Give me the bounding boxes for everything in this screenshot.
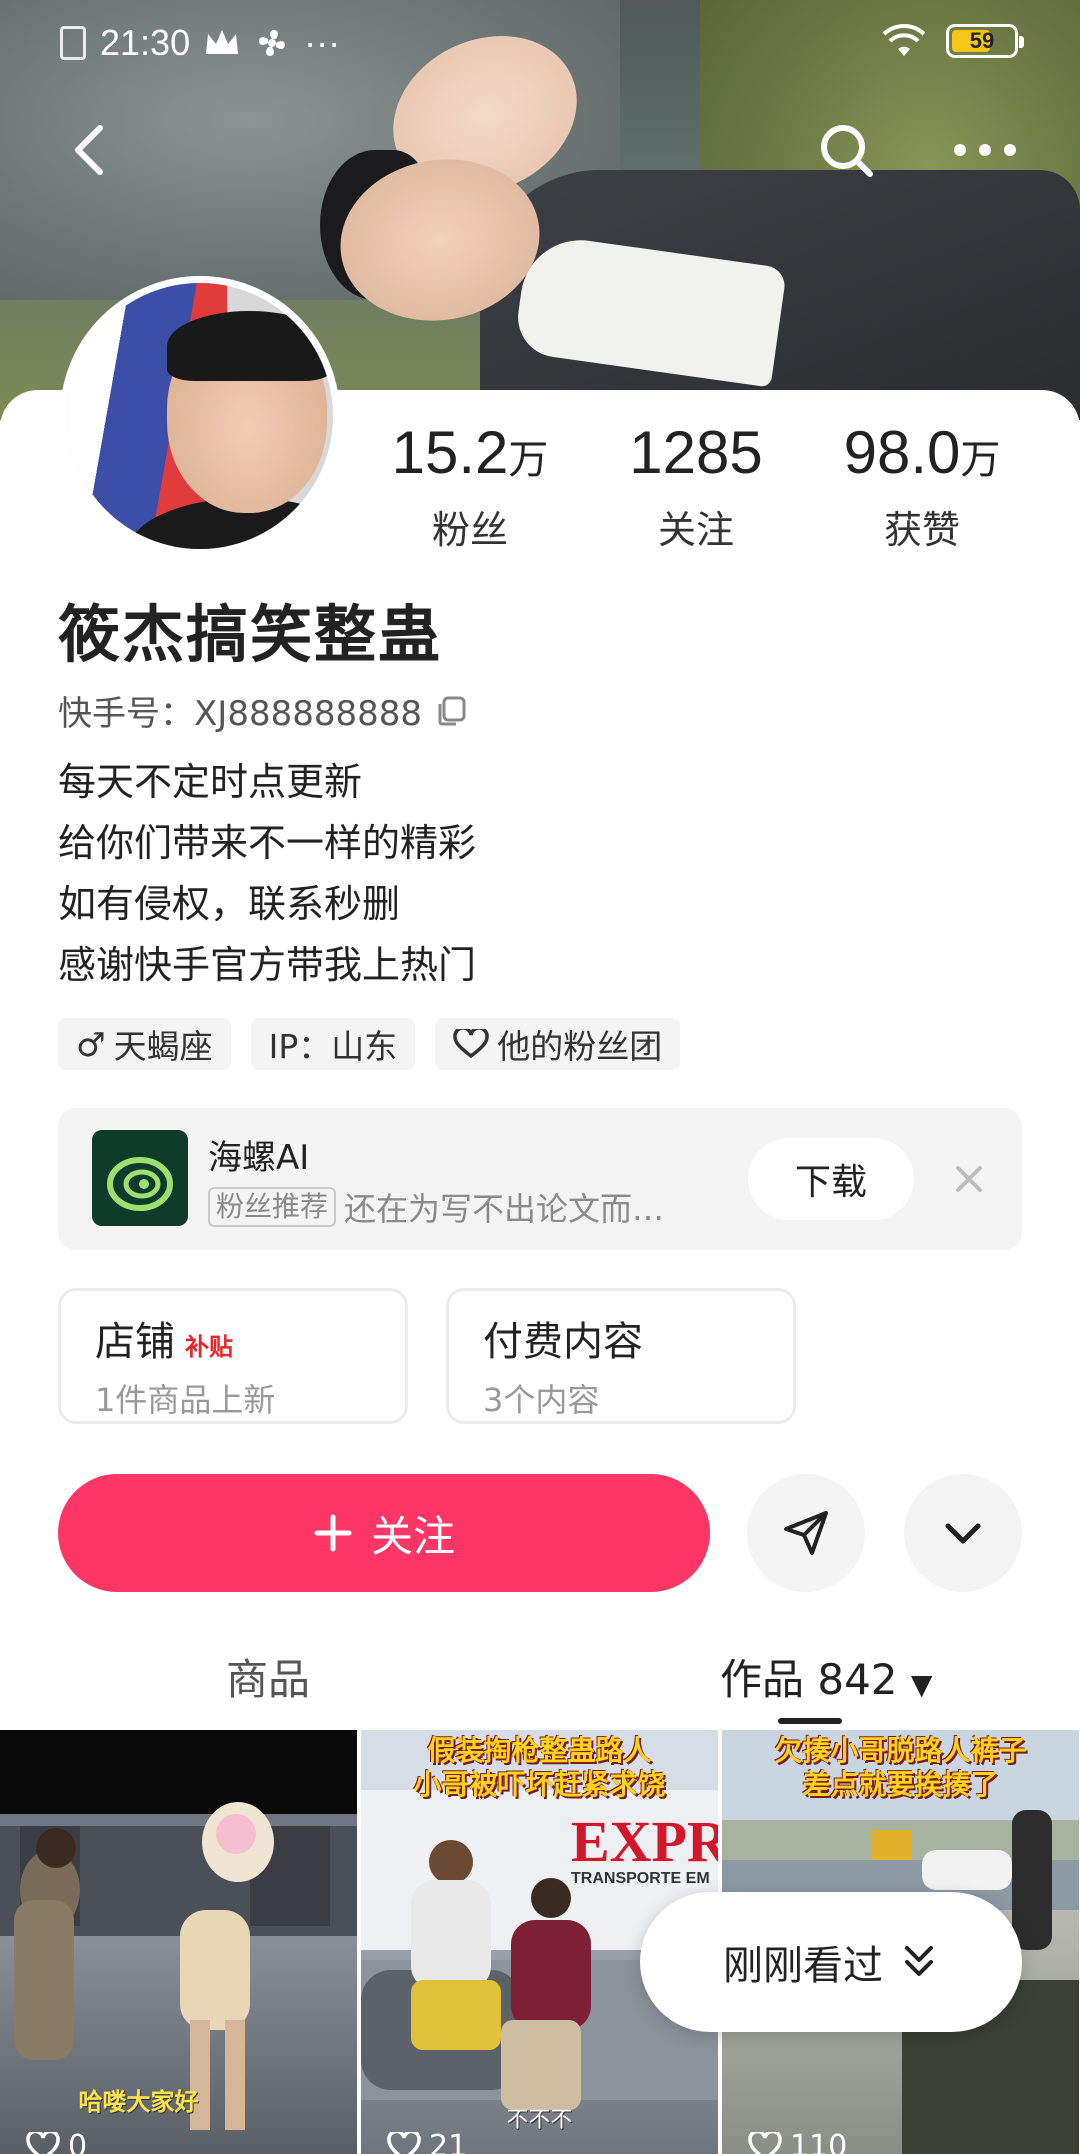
stat-value: 1285	[629, 419, 763, 486]
tag-fan-group[interactable]: 他的粉丝团	[435, 1018, 681, 1070]
battery-level: 59	[969, 28, 995, 53]
paid-content-tile[interactable]: 付费内容 3个内容	[446, 1288, 796, 1424]
recently-viewed-label: 刚刚看过	[723, 1943, 883, 1989]
heart-icon	[387, 2131, 421, 2154]
status-time: 21:30	[100, 22, 191, 63]
app-title: 海螺AI	[208, 1138, 310, 1178]
avatar[interactable]	[60, 276, 340, 556]
app-description: 还在为写不出论文而…	[344, 1190, 665, 1228]
stat-following[interactable]: 1285 关注	[596, 420, 796, 554]
back-arrow-icon[interactable]	[60, 120, 120, 180]
tag-ip-label: IP：山东	[268, 1027, 398, 1066]
recently-viewed-button[interactable]: 刚刚看过	[640, 1892, 1022, 2032]
top-navigation	[0, 110, 1080, 190]
tab-works[interactable]: 作品 842 ▼	[720, 1646, 932, 1707]
bio-line: 感谢快手官方带我上热门	[58, 943, 477, 987]
battery-icon: 59	[946, 24, 1024, 58]
stat-followers[interactable]: 15.2万 粉丝	[370, 420, 570, 554]
heart-outline-icon	[453, 1029, 489, 1059]
video-likes: 0	[26, 2129, 87, 2154]
download-button[interactable]: 下载	[748, 1138, 914, 1220]
bio-line: 给你们带来不一样的精彩	[58, 821, 477, 865]
profile-bio: 每天不定时点更新 给你们带来不一样的精彩 如有侵权，联系秒删 感谢快手官方带我上…	[58, 752, 476, 996]
expand-recommendations-button[interactable]	[904, 1474, 1022, 1592]
tab-goods[interactable]: 商品	[226, 1646, 310, 1707]
app-recommendation-card[interactable]: 海螺AI 粉丝推荐 还在为写不出论文而… 下载	[58, 1108, 1022, 1250]
shop-tile-title: 店铺	[95, 1319, 175, 1365]
video-like-count: 0	[68, 2129, 88, 2154]
wifi-icon	[882, 24, 926, 56]
hailuo-ai-logo	[92, 1130, 188, 1226]
bio-line: 每天不定时点更新	[58, 760, 363, 804]
more-options-icon[interactable]	[950, 120, 1020, 180]
stat-unit: 万	[960, 438, 1001, 482]
heart-icon	[26, 2131, 60, 2154]
tag-ip: IP：山东	[250, 1018, 416, 1070]
video-subtitle: 哈喽大家好	[78, 2088, 199, 2116]
close-icon[interactable]	[944, 1154, 994, 1204]
tab-indicator	[778, 1718, 842, 1724]
video-like-count: 110	[790, 2129, 848, 2154]
male-icon: ♂	[76, 1024, 106, 1064]
crown-icon	[206, 30, 239, 54]
profile-name: 筱杰搞笑整蛊	[58, 598, 443, 671]
stat-value: 98.0	[843, 419, 961, 486]
stat-label: 关注	[657, 508, 734, 552]
dropdown-arrow-icon: ▼	[910, 1668, 933, 1701]
tag-zodiac-label: 天蝎座	[113, 1027, 213, 1066]
paid-content-subtitle: 3个内容	[483, 1381, 600, 1419]
video-like-count: 21	[429, 2129, 468, 2154]
follow-button[interactable]: 关注	[58, 1474, 710, 1592]
copy-icon[interactable]	[434, 694, 468, 728]
feature-tiles: 店铺 补贴 1件商品上新 付费内容 3个内容	[58, 1288, 796, 1424]
stat-likes[interactable]: 98.0万 获赞	[822, 420, 1022, 554]
status-more-dots: ···	[304, 22, 341, 63]
sim-icon	[60, 26, 86, 60]
fan-recommend-badge: 粉丝推荐	[208, 1187, 337, 1227]
fan-icon	[259, 30, 286, 56]
stat-unit: 万	[508, 438, 549, 482]
video-thumbnail[interactable]: 哈喽大家好 0	[0, 1730, 357, 2154]
tag-fan-group-label: 他的粉丝团	[497, 1027, 663, 1066]
stat-label: 获赞	[883, 508, 960, 552]
status-bar: 21:30 ··· 59	[0, 0, 1080, 90]
follow-button-label: 关注	[370, 1511, 455, 1561]
shop-tile-subtitle: 1件商品上新	[95, 1381, 276, 1419]
subsidy-badge: 补贴	[185, 1333, 233, 1361]
kuaishou-id-text: 快手号：XJ888888888	[58, 694, 423, 734]
tab-works-label: 作品 842	[720, 1655, 898, 1704]
search-icon[interactable]	[816, 120, 876, 180]
heart-icon	[748, 2131, 782, 2154]
content-tabs: 商品 作品 842 ▼	[0, 1620, 1080, 1730]
paper-plane-icon	[784, 1511, 828, 1555]
chevron-down-icon	[945, 1523, 981, 1544]
video-likes: 21	[387, 2129, 467, 2154]
double-chevron-down-icon	[905, 1946, 933, 1976]
stat-label: 粉丝	[431, 508, 508, 552]
plus-icon	[314, 1514, 352, 1552]
send-message-button[interactable]	[747, 1474, 865, 1592]
paid-content-title: 付费内容	[483, 1319, 643, 1365]
tag-zodiac: ♂ 天蝎座	[58, 1018, 231, 1070]
kuaishou-id[interactable]: 快手号：XJ888888888	[58, 686, 468, 735]
profile-tags: ♂ 天蝎座 IP：山东 他的粉丝团	[58, 1018, 681, 1070]
stat-value: 15.2	[391, 419, 509, 486]
video-likes: 110	[748, 2129, 847, 2154]
shop-tile[interactable]: 店铺 补贴 1件商品上新	[58, 1288, 408, 1424]
bio-line: 如有侵权，联系秒删	[58, 882, 401, 926]
